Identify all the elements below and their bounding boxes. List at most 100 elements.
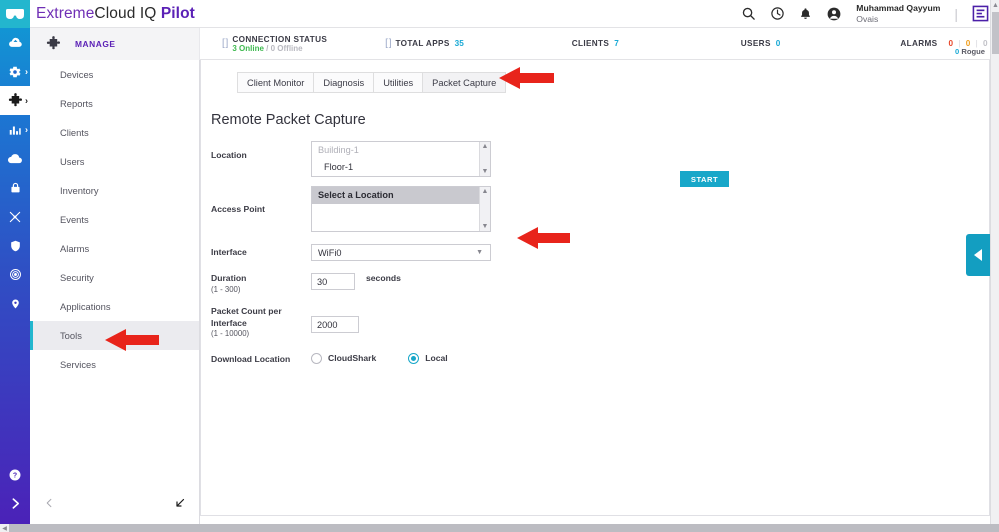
tab-client-monitor[interactable]: Client Monitor — [237, 72, 314, 93]
rail-item-manage[interactable]: › — [0, 86, 30, 115]
rail-item-location[interactable] — [0, 289, 30, 318]
vertical-scroll-thumb[interactable] — [992, 12, 999, 54]
collapse-side-panel-button[interactable] — [966, 234, 990, 276]
tab-packet-capture[interactable]: Packet Capture — [422, 72, 507, 93]
rail-item-network[interactable] — [0, 202, 30, 231]
menu-item-tools[interactable]: Tools — [30, 321, 199, 350]
bracket-icon: [ ] — [222, 37, 228, 49]
tab-utilities[interactable]: Utilities — [373, 72, 423, 93]
chevron-right-icon: › — [25, 66, 28, 76]
menu-item-label: Tools — [60, 330, 82, 341]
clock-icon[interactable] — [770, 6, 785, 21]
rail-item-wireless[interactable] — [0, 260, 30, 289]
access-point-listbox[interactable]: Select a Location ▲ ▼ — [311, 186, 491, 232]
scroll-up-icon[interactable]: ▲ — [482, 143, 489, 150]
scroll-left-icon[interactable]: ◀ — [0, 524, 9, 532]
radio-dot[interactable] — [408, 352, 420, 364]
scroll-down-icon[interactable]: ▼ — [482, 223, 489, 230]
menu-item-label: Reports — [60, 98, 93, 109]
chevron-left-icon[interactable] — [44, 496, 55, 513]
menu-item-label: Events — [60, 214, 89, 225]
rail-item-analytics[interactable]: › — [0, 115, 30, 144]
menu-item-services[interactable]: Services — [30, 350, 199, 379]
tab-diagnosis[interactable]: Diagnosis — [313, 72, 374, 93]
status-rogue[interactable]: 0 Rogue — [955, 47, 985, 56]
menu-item-inventory[interactable]: Inventory — [30, 176, 199, 205]
connection-divider: / — [266, 43, 269, 53]
brand-pilot: Pilot — [160, 4, 195, 22]
user-name-line2: Ovais — [856, 13, 879, 24]
location-option-building[interactable]: Building-1 — [312, 142, 490, 159]
duration-input[interactable] — [311, 273, 355, 290]
rail-item-cloud[interactable] — [0, 144, 30, 173]
access-point-scrollbar[interactable]: ▲ ▼ — [479, 187, 490, 231]
tab-label: Packet Capture — [432, 77, 497, 88]
rail-item-cloud-upload[interactable] — [0, 28, 30, 57]
scroll-up-icon[interactable]: ▲ — [991, 0, 999, 11]
access-point-option-placeholder[interactable]: Select a Location — [312, 187, 479, 204]
rogue-value: 0 — [955, 47, 960, 56]
location-option-floor[interactable]: Floor-1 — [312, 159, 490, 176]
clients-title: CLIENTS — [571, 39, 610, 48]
packet-count-label-text: Packet Count per Interface — [211, 306, 282, 328]
menu-item-label: Users — [60, 156, 85, 167]
menu-item-clients[interactable]: Clients — [30, 118, 199, 147]
field-packet-count: Packet Count per Interface (1 - 10000) — [201, 306, 989, 340]
header-actions: Muhammad Qayyum Ovais | — [741, 0, 999, 28]
menu-item-label: Alarms — [60, 243, 90, 254]
menu-item-label: Applications — [60, 301, 111, 312]
menu-item-label: Services — [60, 359, 96, 370]
chevron-down-icon[interactable]: ▼ — [476, 249, 483, 256]
field-location: Location Building-1 Floor-1 ▲ ▼ — [201, 141, 989, 177]
extremecloud-goggles-icon[interactable] — [0, 0, 30, 28]
status-users[interactable]: USERS 0 — [741, 39, 781, 48]
user-name: Muhammad Qayyum Ovais — [856, 3, 940, 23]
manage-section[interactable]: MANAGE — [30, 27, 200, 60]
location-label: Location — [211, 150, 247, 160]
rail-item-shield[interactable] — [0, 231, 30, 260]
scroll-up-icon[interactable]: ▲ — [482, 188, 489, 195]
menu-item-security[interactable]: Security — [30, 263, 199, 292]
status-clients[interactable]: CLIENTS 7 — [572, 39, 619, 48]
tab-label: Client Monitor — [247, 77, 305, 88]
menu-item-reports[interactable]: Reports — [30, 89, 199, 118]
page-vertical-scrollbar[interactable]: ▲ — [990, 0, 999, 524]
location-listbox[interactable]: Building-1 Floor-1 ▲ ▼ — [311, 141, 491, 177]
radio-label: Local — [425, 353, 448, 364]
download-location-label: Download Location — [211, 353, 291, 364]
rail-item-configure[interactable]: › — [0, 57, 30, 86]
radio-dot[interactable] — [311, 352, 322, 364]
collapse-arrow-icon[interactable] — [174, 497, 186, 511]
radio-cloudshark[interactable]: CloudShark — [311, 352, 376, 364]
manage-label: MANAGE — [75, 38, 116, 49]
brand-extreme: Extreme — [36, 4, 95, 22]
brand-iq: IQ — [135, 4, 161, 22]
user-avatar-icon[interactable] — [826, 6, 842, 22]
extreme-e-logo-icon — [972, 5, 989, 22]
status-connection[interactable]: [ ] CONNECTION STATUS 3 Online / 0 Offli… — [222, 35, 327, 53]
rail-item-security-lock[interactable] — [0, 173, 30, 202]
rail-item-help[interactable]: ? — [0, 460, 30, 489]
bell-icon[interactable] — [799, 6, 812, 21]
menu-item-devices[interactable]: Devices — [30, 60, 199, 89]
packet-count-range: (1 - 10000) — [211, 329, 250, 339]
menu-item-label: Inventory — [60, 185, 99, 196]
menu-item-alarms[interactable]: Alarms — [30, 234, 199, 263]
menu-item-users[interactable]: Users — [30, 147, 199, 176]
rail-item-expand-rail[interactable] — [0, 489, 30, 518]
scroll-down-icon[interactable]: ▼ — [482, 168, 489, 175]
interface-label: Interface — [211, 247, 247, 257]
total-apps-title: TOTAL APPS — [395, 39, 450, 48]
status-total-apps[interactable]: [ ] TOTAL APPS 35 — [385, 38, 464, 49]
menu-item-applications[interactable]: Applications — [30, 292, 199, 321]
location-scrollbar[interactable]: ▲ ▼ — [479, 142, 490, 176]
packet-count-input[interactable] — [311, 316, 359, 334]
total-apps-value: 35 — [454, 39, 464, 48]
menu-item-events[interactable]: Events — [30, 205, 199, 234]
interface-select[interactable]: WiFi0 ▼ — [311, 244, 491, 261]
page-horizontal-scrollbar[interactable]: ◀ — [0, 524, 999, 532]
radio-local[interactable]: Local — [408, 352, 448, 364]
app-title: ExtremeCloud IQ Pilot — [36, 5, 195, 23]
user-menu[interactable]: Muhammad Qayyum Ovais — [856, 3, 940, 23]
search-icon[interactable] — [741, 6, 756, 21]
